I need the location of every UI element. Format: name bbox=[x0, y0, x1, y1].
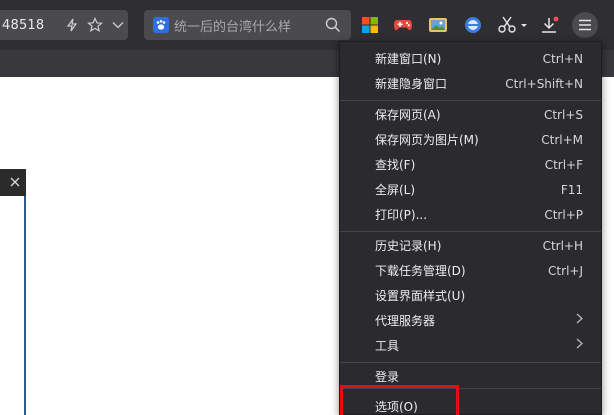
chevron-down-icon[interactable] bbox=[112, 21, 124, 29]
search-box[interactable]: 统一后的台湾什么样 bbox=[144, 10, 351, 40]
dialog-header bbox=[0, 169, 26, 196]
menu-item-history[interactable]: 历史记录(H) Ctrl+H bbox=[340, 233, 601, 258]
menu-item-proxy-server[interactable]: 代理服务器 bbox=[340, 308, 601, 333]
main-menu: 新建窗口(N) Ctrl+N 新建隐身窗口 Ctrl+Shift+N 保存网页(… bbox=[339, 41, 602, 415]
game-controller-icon[interactable] bbox=[393, 15, 413, 35]
menu-item-fullscreen[interactable]: 全屏(L) F11 bbox=[340, 177, 601, 202]
menu-separator bbox=[340, 362, 601, 363]
menu-separator bbox=[340, 231, 601, 232]
lightning-icon[interactable] bbox=[66, 18, 78, 32]
menu-item-tools[interactable]: 工具 bbox=[340, 333, 601, 358]
dialog-body bbox=[0, 196, 26, 415]
browser-extension-icon[interactable] bbox=[463, 15, 483, 35]
screenshot-scissors-icon[interactable] bbox=[498, 15, 530, 35]
main-menu-button[interactable] bbox=[572, 12, 598, 38]
download-icon[interactable] bbox=[540, 15, 560, 35]
highlight-box bbox=[340, 385, 459, 415]
chevron-right-icon bbox=[576, 313, 583, 328]
menu-item-save-page[interactable]: 保存网页(A) Ctrl+S bbox=[340, 102, 601, 127]
star-icon[interactable] bbox=[87, 17, 103, 33]
address-text: 48518 bbox=[2, 17, 45, 33]
search-icon[interactable] bbox=[325, 17, 341, 36]
search-placeholder: 统一后的台湾什么样 bbox=[174, 19, 292, 35]
hamburger-icon bbox=[579, 19, 591, 31]
menu-item-print[interactable]: 打印(P)... Ctrl+P bbox=[340, 202, 601, 227]
close-icon[interactable] bbox=[10, 176, 20, 190]
image-tool-icon[interactable] bbox=[428, 15, 448, 35]
chevron-right-icon bbox=[576, 338, 583, 353]
menu-item-save-page-as-image[interactable]: 保存网页为图片(M) Ctrl+M bbox=[340, 127, 601, 152]
menu-item-new-window[interactable]: 新建窗口(N) Ctrl+N bbox=[340, 46, 601, 71]
baidu-paw-icon bbox=[153, 17, 169, 33]
menu-separator bbox=[340, 100, 601, 101]
menu-item-download-manager[interactable]: 下载任务管理(D) Ctrl+J bbox=[340, 258, 601, 283]
apps-grid-icon[interactable] bbox=[360, 15, 380, 35]
menu-item-new-incognito-window[interactable]: 新建隐身窗口 Ctrl+Shift+N bbox=[340, 71, 601, 96]
address-bar[interactable]: 48518 bbox=[0, 10, 128, 40]
menu-item-find[interactable]: 查找(F) Ctrl+F bbox=[340, 152, 601, 177]
menu-item-interface-style[interactable]: 设置界面样式(U) bbox=[340, 283, 601, 308]
